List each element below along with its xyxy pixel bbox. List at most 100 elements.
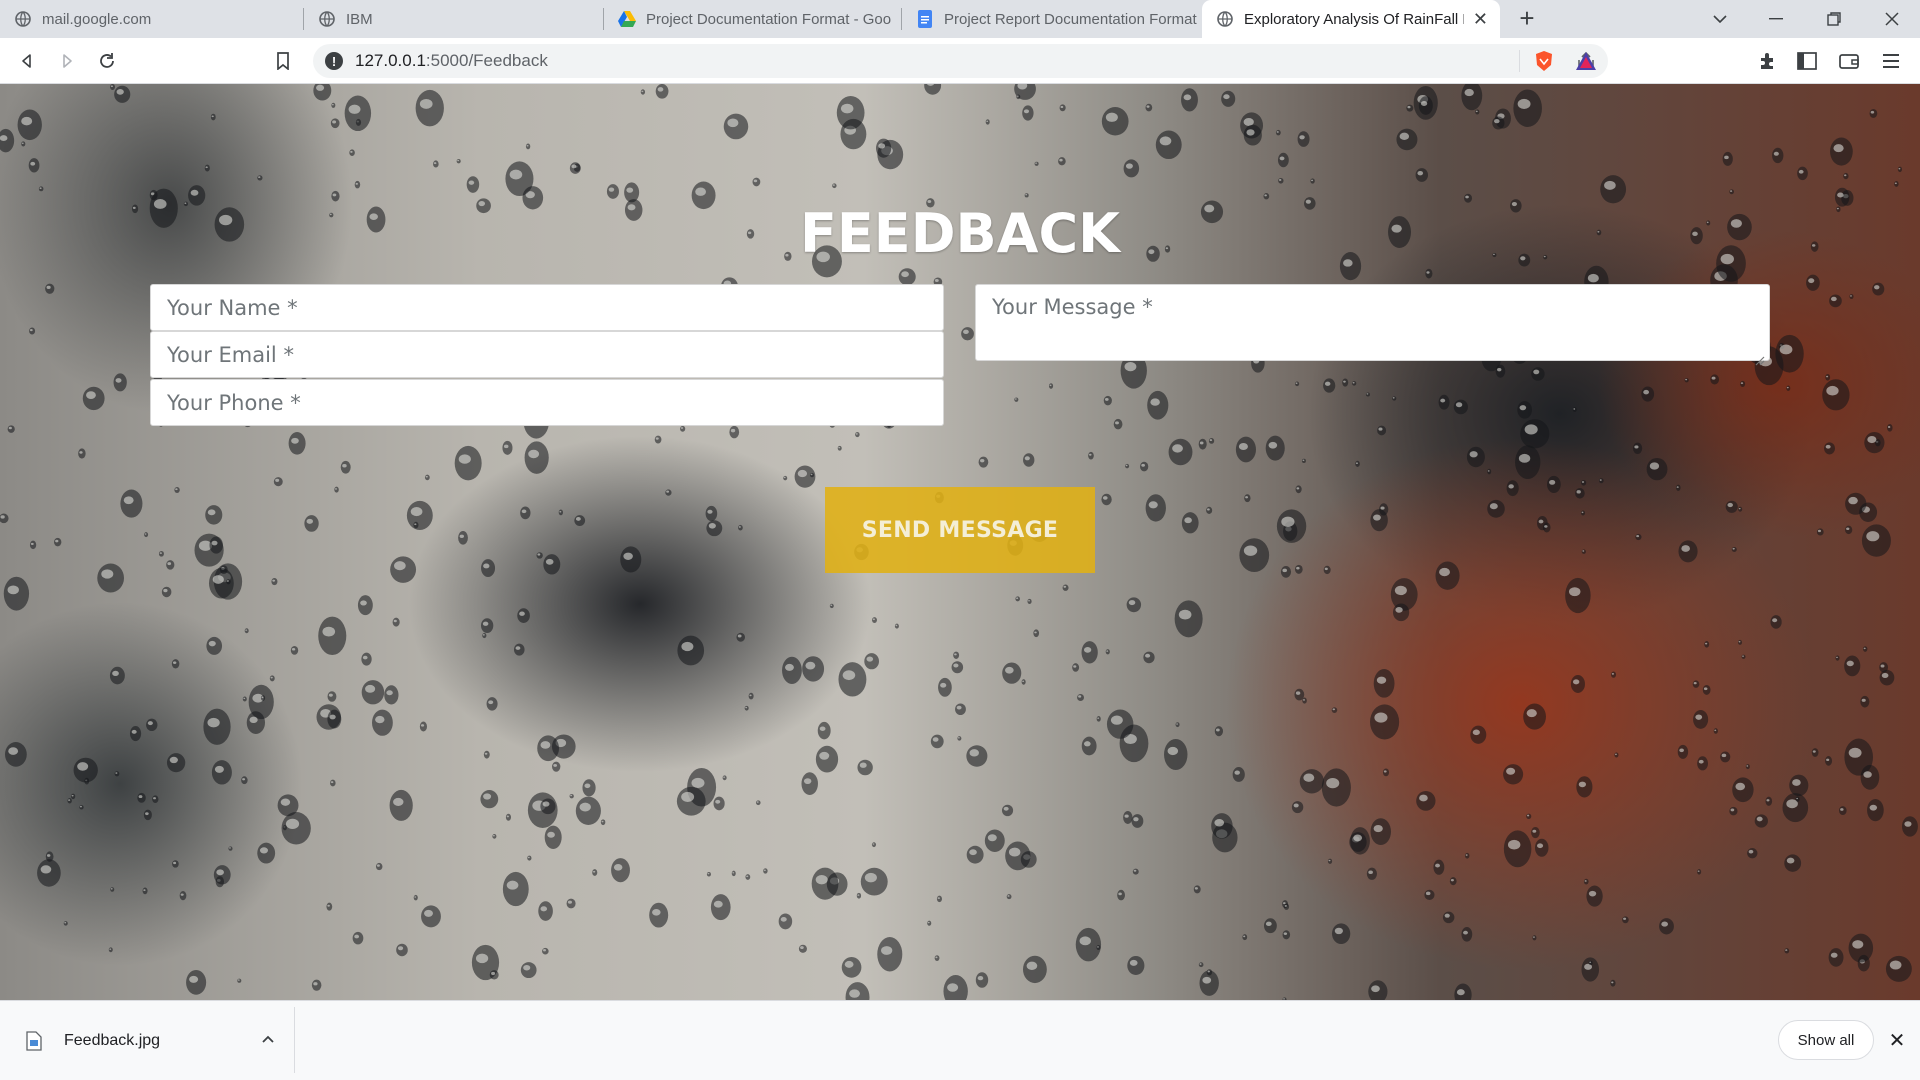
raindrop [179, 890, 187, 901]
forward-icon[interactable] [50, 44, 84, 78]
extensions-icon[interactable] [1750, 44, 1784, 78]
close-download-bar-icon[interactable]: ✕ [1884, 1027, 1910, 1053]
raindrop [1415, 168, 1429, 182]
raindrop [1885, 955, 1912, 982]
raindrop [524, 441, 549, 474]
raindrop [1678, 540, 1698, 563]
raindrop [1275, 129, 1281, 136]
raindrop [1864, 431, 1885, 454]
raindrop [520, 506, 531, 520]
email-input[interactable]: Your Email * [150, 331, 944, 378]
tab-project-documentation[interactable]: Project Documentation Format - Goo [604, 0, 902, 38]
reload-icon[interactable] [90, 44, 124, 78]
raindrop [1492, 116, 1505, 130]
raindrop [1786, 385, 1791, 391]
message-textarea[interactable]: Your Message * [975, 284, 1770, 366]
raindrop [1263, 918, 1277, 934]
raindrop [582, 779, 596, 797]
raindrop [1543, 522, 1551, 533]
raindrop [574, 515, 586, 526]
tab-project-report[interactable]: Project Report Documentation Format [902, 0, 1200, 38]
raindrop [966, 745, 988, 767]
name-input[interactable]: Your Name * [150, 284, 944, 331]
address-bar[interactable]: ! 127.0.0.1:5000/Feedback [313, 44, 1608, 78]
raindrop [1164, 738, 1188, 771]
raindrop [1646, 457, 1668, 481]
new-tab-button[interactable]: + [1512, 4, 1542, 34]
raindrop [1351, 381, 1357, 386]
phone-input[interactable]: Your Phone * [150, 379, 944, 426]
page-viewport: FEEDBACK Your Name * Your Email * Your P… [0, 84, 1920, 1000]
raindrop [63, 921, 68, 926]
raindrop [544, 825, 562, 850]
raindrop [45, 283, 55, 294]
raindrop [28, 158, 40, 173]
raindrop [1901, 816, 1918, 837]
raindrop [569, 162, 581, 174]
raindrop [1168, 438, 1193, 466]
raindrop [569, 793, 574, 799]
raindrop [349, 149, 355, 157]
raindrop [1331, 923, 1351, 944]
raindrop [1015, 596, 1020, 602]
raindrop [1470, 725, 1487, 744]
show-all-button[interactable]: Show all [1778, 1020, 1874, 1060]
site-info-icon[interactable]: ! [325, 52, 343, 70]
tab-ibm[interactable]: IBM [304, 0, 604, 38]
raindrop [1863, 646, 1868, 652]
raindrop [815, 745, 839, 773]
raindrop [1600, 175, 1627, 204]
brave-rewards-icon[interactable] [1572, 44, 1600, 78]
menu-icon[interactable] [1874, 44, 1908, 78]
raindrop [361, 680, 385, 705]
bookmark-icon[interactable] [266, 44, 300, 78]
tab-search-chevron-icon[interactable] [1692, 0, 1748, 38]
chevron-up-icon[interactable] [256, 1027, 280, 1051]
minimize-window-icon[interactable] [1748, 0, 1804, 38]
tab-exploratory-analysis[interactable]: Exploratory Analysis Of RainFall F ✕ [1202, 0, 1500, 38]
raindrop [143, 809, 152, 821]
raindrop [166, 753, 186, 773]
raindrop [166, 560, 175, 570]
raindrop [161, 586, 172, 598]
raindrop [943, 974, 968, 1000]
raindrop [540, 798, 556, 815]
raindrop [1265, 435, 1285, 461]
raindrop [1006, 894, 1012, 900]
raindrop [1738, 639, 1743, 645]
raindrop [29, 540, 37, 550]
raindrop [782, 656, 802, 684]
raindrop [680, 425, 686, 432]
raindrop [801, 772, 818, 796]
raindrop [1355, 460, 1360, 467]
raindrop [458, 530, 468, 545]
raindrop [392, 617, 400, 627]
wallet-icon[interactable] [1832, 44, 1866, 78]
raindrop [311, 979, 322, 991]
raindrop [142, 887, 148, 895]
raindrop [1368, 980, 1388, 1000]
restore-window-icon[interactable] [1806, 0, 1862, 38]
raindrop [927, 920, 932, 926]
raindrop [1860, 695, 1870, 708]
brave-shields-icon[interactable] [1530, 44, 1558, 78]
back-icon[interactable] [10, 44, 44, 78]
raindrop [611, 858, 630, 883]
raindrop [1181, 88, 1198, 112]
raindrop [433, 160, 439, 168]
resize-handle-icon[interactable] [1755, 347, 1765, 366]
raindrop [978, 456, 989, 468]
raindrop [1198, 438, 1207, 450]
raindrop [1323, 378, 1336, 393]
send-message-button[interactable]: SEND MESSAGE [825, 487, 1095, 573]
tab-mail[interactable]: mail.google.com [0, 0, 304, 38]
close-window-icon[interactable] [1864, 0, 1920, 38]
raindrop [1839, 806, 1847, 816]
raindrop [936, 895, 943, 903]
close-tab-icon[interactable]: ✕ [1473, 9, 1488, 30]
raindrop [158, 550, 164, 557]
download-item[interactable]: Feedback.jpg [26, 1026, 160, 1056]
raindrop [1745, 764, 1750, 770]
raindrop [706, 871, 711, 877]
sidebar-icon[interactable] [1790, 44, 1824, 78]
